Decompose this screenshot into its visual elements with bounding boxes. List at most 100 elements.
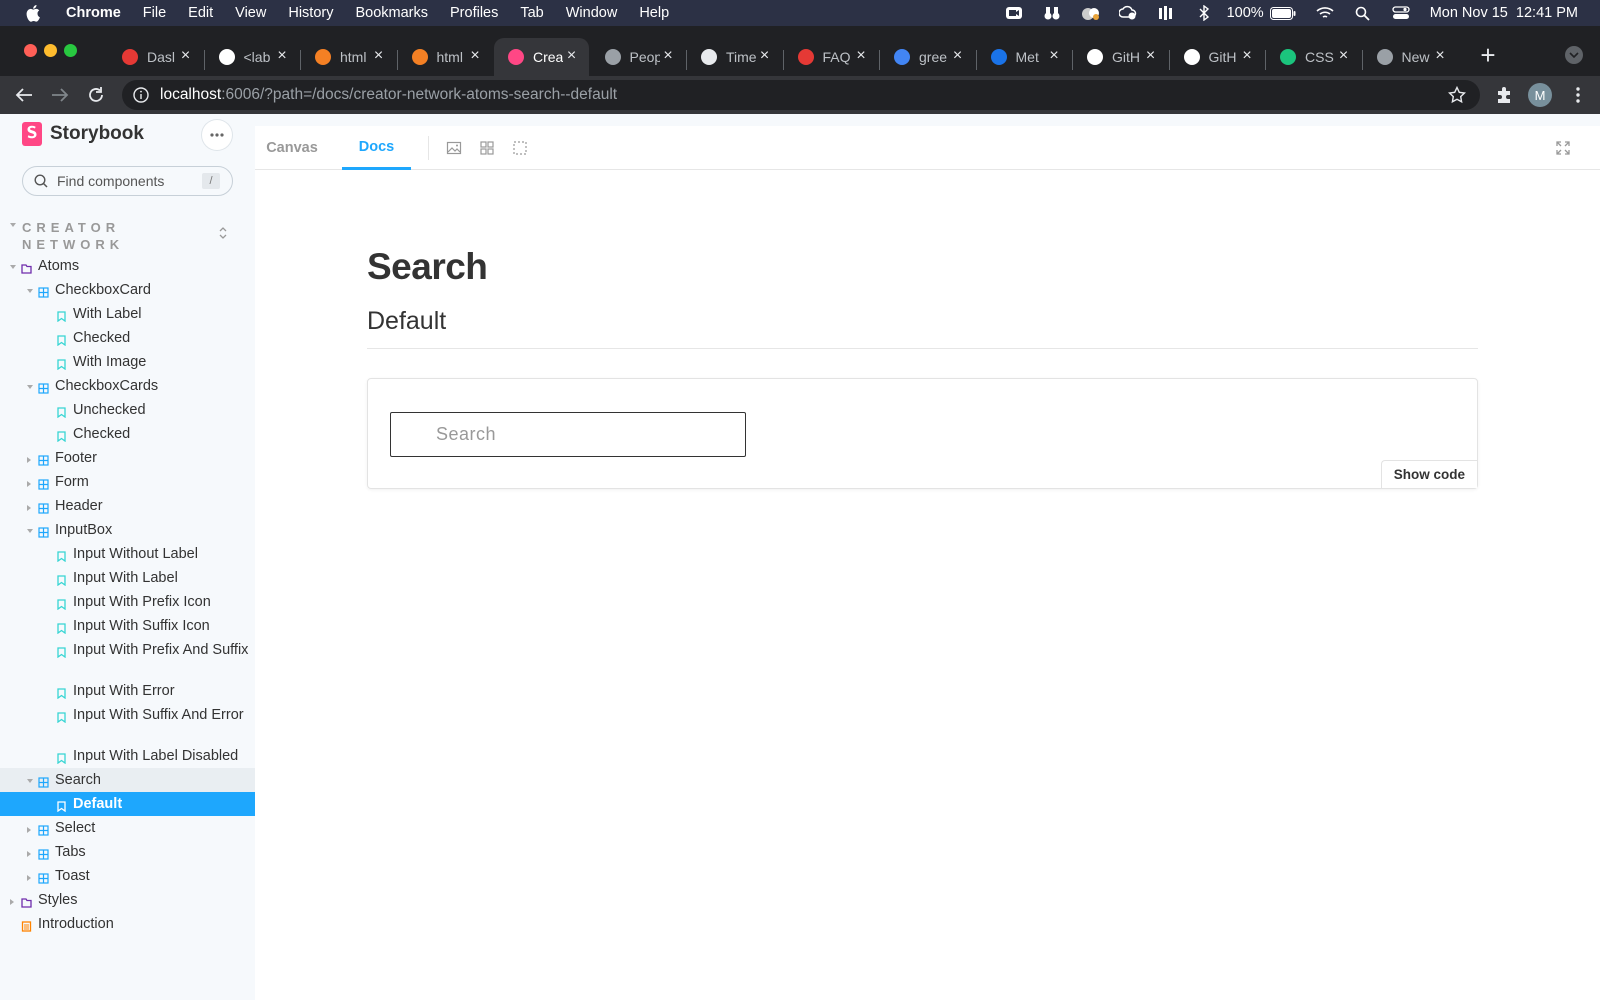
group-collapse-caret-icon[interactable] <box>10 223 16 227</box>
window-close-button[interactable] <box>24 44 37 57</box>
tab-close-icon[interactable]: × <box>1238 47 1256 65</box>
bluetooth-icon[interactable] <box>1195 5 1213 21</box>
control-center-icon[interactable] <box>1392 5 1410 21</box>
tab-close-icon[interactable]: × <box>1045 47 1063 65</box>
browser-menu-icon[interactable] <box>1568 85 1588 105</box>
reload-button[interactable] <box>86 85 106 105</box>
caret-right-icon[interactable] <box>27 827 31 833</box>
sidebar-component-item[interactable]: Search <box>0 768 255 792</box>
sidebar-story-item[interactable]: Unchecked <box>0 398 255 422</box>
tab-close-icon[interactable]: × <box>177 47 195 65</box>
menu-tab[interactable]: Tab <box>520 5 543 21</box>
caret-down-icon[interactable] <box>27 779 33 783</box>
caret-right-icon[interactable] <box>27 481 31 487</box>
sidebar-component-item[interactable]: Tabs <box>0 840 255 864</box>
caret-down-icon[interactable] <box>27 289 33 293</box>
browser-tab[interactable]: Crea × <box>494 38 589 76</box>
tab-close-icon[interactable]: × <box>1335 47 1353 65</box>
browser-tab[interactable]: html × <box>398 38 493 76</box>
cloud-sync-icon[interactable] <box>1118 5 1137 21</box>
sidebar-component-item[interactable]: Form <box>0 470 255 494</box>
caret-right-icon[interactable] <box>27 875 31 881</box>
browser-tab[interactable]: html × <box>301 38 396 76</box>
sidebar-story-item[interactable]: Input With Label Disabled <box>0 744 255 768</box>
sidebar-component-item[interactable]: Select <box>0 816 255 840</box>
browser-tab[interactable]: Peop × <box>591 38 686 76</box>
address-bar[interactable]: localhost:6006/?path=/docs/creator-netwo… <box>122 80 1480 110</box>
tab-docs[interactable]: Docs <box>342 126 411 170</box>
menu-file[interactable]: File <box>143 5 166 21</box>
sidebar-story-item[interactable]: With Label <box>0 302 255 326</box>
sidebar-story-item[interactable]: Input With Error <box>0 679 255 703</box>
audio-icon[interactable] <box>1157 5 1175 21</box>
browser-tab[interactable]: gree × <box>880 38 975 76</box>
sidebar-component-item[interactable]: Footer <box>0 446 255 470</box>
sidebar-component-item[interactable]: Header <box>0 494 255 518</box>
caret-down-icon[interactable] <box>10 265 16 269</box>
grid-icon[interactable] <box>479 140 495 156</box>
tab-search-button[interactable] <box>1565 46 1583 64</box>
menu-window[interactable]: Window <box>566 5 618 21</box>
site-info-icon[interactable] <box>133 87 149 103</box>
show-code-button[interactable]: Show code <box>1380 460 1477 488</box>
sidebar-story-item[interactable]: Input With Suffix Icon <box>0 614 255 638</box>
browser-tab[interactable]: FAQ × <box>784 38 879 76</box>
story-search-input[interactable]: Search <box>390 412 746 457</box>
new-tab-button[interactable]: + <box>1475 40 1501 70</box>
caret-right-icon[interactable] <box>10 899 14 905</box>
expand-collapse-all-icon[interactable] <box>218 226 228 240</box>
sidebar-story-item[interactable]: Checked <box>0 422 255 446</box>
spotlight-search-icon[interactable] <box>1354 5 1372 21</box>
browser-tab[interactable]: GitH × <box>1073 38 1168 76</box>
sidebar-story-item[interactable]: Input With Label <box>0 566 255 590</box>
tab-close-icon[interactable]: × <box>852 47 870 65</box>
menu-app-name[interactable]: Chrome <box>66 5 121 21</box>
caret-right-icon[interactable] <box>27 457 31 463</box>
sidebar-component-item[interactable]: Toast <box>0 864 255 888</box>
browser-tab[interactable]: GitH × <box>1170 38 1265 76</box>
creative-cloud-icon[interactable] <box>1081 5 1099 21</box>
caret-down-icon[interactable] <box>27 529 33 533</box>
sidebar-folder-item[interactable]: Atoms <box>0 254 255 278</box>
browser-tab[interactable]: Dasl × <box>108 38 203 76</box>
window-zoom-button[interactable] <box>64 44 77 57</box>
battery-icon[interactable] <box>1269 5 1296 21</box>
sidebar-component-item[interactable]: CheckboxCard <box>0 278 255 302</box>
browser-tab[interactable]: Met × <box>977 38 1072 76</box>
menu-profiles[interactable]: Profiles <box>450 5 498 21</box>
tab-close-icon[interactable]: × <box>1142 47 1160 65</box>
wifi-icon[interactable] <box>1316 5 1334 21</box>
sidebar-group-heading[interactable]: CREATOR NETWORK <box>22 219 132 253</box>
tab-close-icon[interactable]: × <box>659 47 677 65</box>
fullscreen-icon[interactable] <box>1555 140 1571 156</box>
browser-tab[interactable]: <lab × <box>205 38 300 76</box>
tab-close-icon[interactable]: × <box>370 47 388 65</box>
sidebar-component-item[interactable]: CheckboxCards <box>0 374 255 398</box>
menu-help[interactable]: Help <box>639 5 669 21</box>
menu-edit[interactable]: Edit <box>188 5 213 21</box>
back-button[interactable] <box>14 85 34 105</box>
sidebar-component-item[interactable]: InputBox <box>0 518 255 542</box>
sidebar-story-item[interactable]: Default <box>0 792 255 816</box>
storybook-brand[interactable]: Storybook <box>22 122 144 146</box>
binoculars-icon[interactable] <box>1043 5 1061 21</box>
tab-close-icon[interactable]: × <box>563 47 581 65</box>
sidebar-story-item[interactable]: Input With Prefix Icon <box>0 590 255 614</box>
tab-close-icon[interactable]: × <box>466 47 484 65</box>
profile-avatar[interactable]: M <box>1528 83 1552 107</box>
tab-close-icon[interactable]: × <box>949 47 967 65</box>
window-minimize-button[interactable] <box>44 44 57 57</box>
tab-canvas[interactable]: Canvas <box>266 126 318 170</box>
apple-icon[interactable] <box>24 4 44 22</box>
sidebar-story-item[interactable]: Input With Suffix And Error <box>0 703 255 744</box>
browser-tab[interactable]: New × <box>1363 38 1458 76</box>
outline-icon[interactable] <box>512 140 528 156</box>
sidebar-story-item[interactable]: Input With Prefix And Suffix <box>0 638 255 679</box>
tab-close-icon[interactable]: × <box>273 47 291 65</box>
extensions-puzzle-icon[interactable] <box>1494 85 1514 105</box>
caret-down-icon[interactable] <box>27 385 33 389</box>
zoom-icon[interactable] <box>1005 5 1023 21</box>
browser-tab[interactable]: Time × <box>687 38 782 76</box>
caret-right-icon[interactable] <box>27 505 31 511</box>
background-image-icon[interactable] <box>446 140 462 156</box>
